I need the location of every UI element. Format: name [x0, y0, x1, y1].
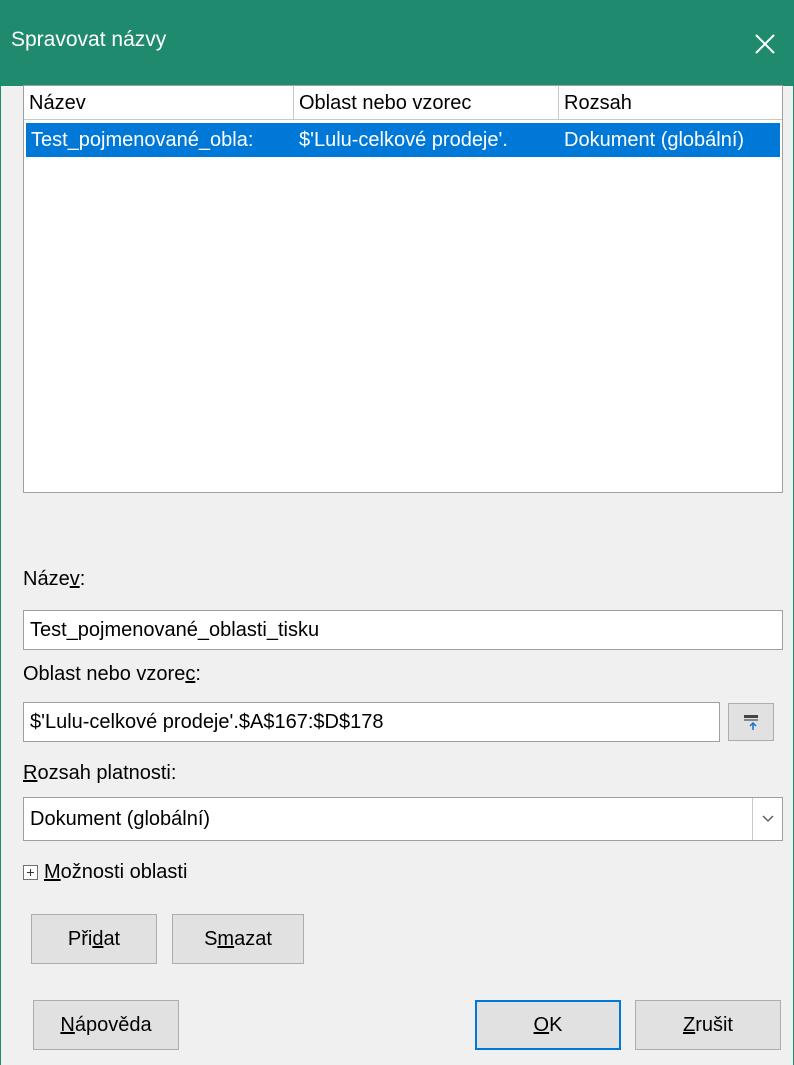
column-header-scope[interactable]: Rozsah [559, 86, 783, 120]
close-icon [755, 34, 775, 54]
cell-name: Test_pojmenované_obla: [31, 129, 254, 151]
title-bar: Spravovat názvy [1, 0, 794, 86]
delete-button[interactable]: Sm azat [172, 914, 304, 964]
range-options-label: Možnosti oblasti [44, 860, 188, 883]
range-label: Oblast nebo vzorec: [23, 663, 201, 685]
name-label: Název: [23, 568, 86, 590]
shrink-icon [744, 715, 758, 730]
scope-dropdown[interactable]: Dokument (globální) [23, 797, 783, 841]
names-list-header: Název Oblast nebo vzorec Rozsah [24, 86, 782, 120]
range-field[interactable]: $'Lulu-celkové prodeje'.$A$167:$D$178 [23, 702, 720, 742]
chevron-down-icon[interactable] [752, 798, 782, 840]
dialog-title: Spravovat názvy [11, 28, 167, 51]
plus-icon [23, 864, 38, 880]
names-list[interactable]: Název Oblast nebo vzorec Rozsah Test_poj… [23, 85, 783, 493]
scope-label: Rozsah platnosti: [23, 762, 177, 784]
add-button[interactable]: Při d at [31, 914, 157, 964]
list-item-selected[interactable]: Test_pojmenované_obla: $'Lulu-celkové pr… [26, 123, 780, 157]
scope-dropdown-value: Dokument (globální) [30, 808, 211, 830]
name-field[interactable]: Test_pojmenované_oblasti_tisku [23, 610, 783, 650]
help-button[interactable]: Nápověda [33, 1000, 179, 1050]
shrink-button[interactable] [728, 703, 774, 741]
column-header-name[interactable]: Název [24, 86, 294, 120]
range-options-expander[interactable]: Možnosti oblasti [23, 858, 187, 886]
cell-scope: Dokument (globální) [564, 129, 745, 151]
close-button[interactable] [735, 14, 794, 74]
ok-button[interactable]: OK [475, 1000, 621, 1050]
manage-names-dialog: Spravovat názvy Název Oblast nebo vzorec… [0, 0, 794, 1065]
cell-range: $'Lulu-celkové prodeje'. [299, 129, 508, 151]
cancel-button[interactable]: Zrušit [635, 1000, 781, 1050]
column-header-range[interactable]: Oblast nebo vzorec [294, 86, 559, 120]
